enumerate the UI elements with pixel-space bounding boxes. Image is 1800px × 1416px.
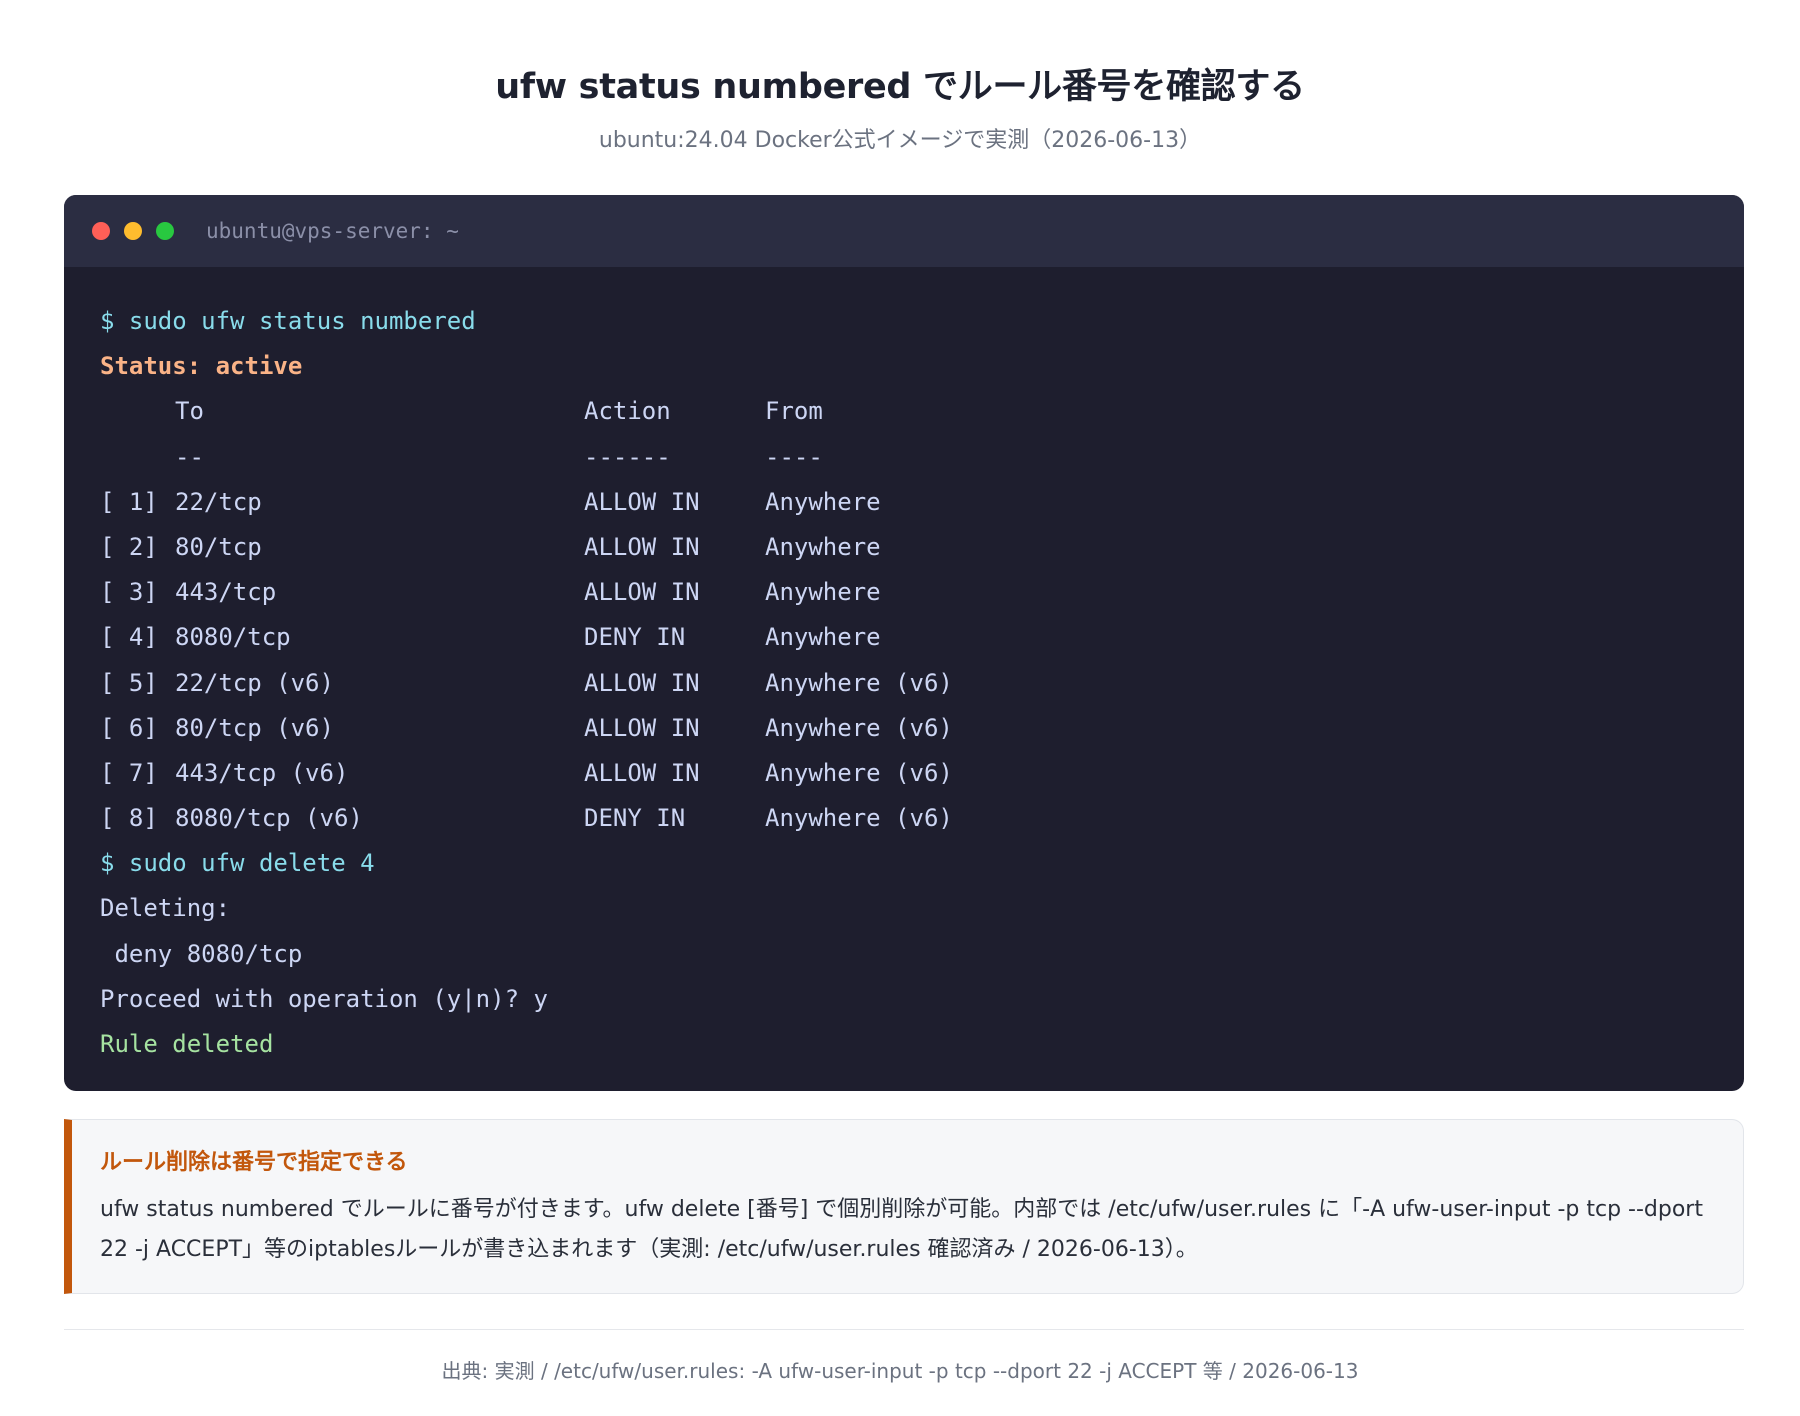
terminal-output[interactable]: $ sudo ufw status numbered Status: activ…	[64, 267, 1744, 1067]
rule-to: 8080/tcp	[175, 623, 291, 652]
rule-action: DENY IN	[584, 804, 686, 833]
rule-action: ALLOW IN	[584, 668, 700, 697]
rule-from: Anywhere	[765, 623, 881, 652]
deleting-line: Deleting:	[100, 894, 231, 923]
rule-number: [ 8]	[100, 804, 158, 833]
terminal-titlebar: ubuntu@vps-server: ~	[64, 195, 1744, 267]
rule-number: [ 3]	[100, 578, 158, 607]
rule-number: [ 5]	[100, 668, 158, 697]
rule-row: [ 3] 443/tcp ALLOW IN Anywhere	[100, 570, 1744, 615]
column-header-row: To Action From	[100, 389, 1744, 434]
command-line: $ sudo ufw delete 4	[100, 849, 375, 878]
status-line: Status: active	[100, 352, 303, 381]
terminal-window: ubuntu@vps-server: ~ $ sudo ufw status n…	[64, 195, 1744, 1091]
result-line: Rule deleted	[100, 1030, 274, 1058]
rule-from: Anywhere (v6)	[765, 758, 953, 787]
rule-number: [ 6]	[100, 713, 158, 742]
rule-to: 22/tcp (v6)	[175, 668, 334, 697]
rule-action: ALLOW IN	[584, 532, 700, 561]
rule-to: 443/tcp	[175, 578, 277, 607]
rule-to: 80/tcp	[175, 532, 262, 561]
rule-action: ALLOW IN	[584, 713, 700, 742]
rule-action: DENY IN	[584, 623, 686, 652]
rule-from: Anywhere	[765, 578, 881, 607]
column-underline-to: --	[175, 442, 204, 471]
rule-from: Anywhere (v6)	[765, 713, 953, 742]
rule-number: [ 1]	[100, 487, 158, 516]
rule-to: 22/tcp	[175, 487, 262, 516]
rule-row: [ 4] 8080/tcp DENY IN Anywhere	[100, 615, 1744, 660]
rule-to: 443/tcp (v6)	[175, 758, 349, 787]
rule-action: ALLOW IN	[584, 578, 700, 607]
rule-row: [ 6] 80/tcp (v6) ALLOW IN Anywhere (v6)	[100, 706, 1744, 751]
column-header-to: To	[175, 397, 204, 426]
rule-from: Anywhere	[765, 532, 881, 561]
page-title: ufw status numbered でルール番号を確認する	[495, 67, 1305, 107]
close-window-button[interactable]	[92, 222, 110, 240]
column-underline-from: ----	[765, 442, 823, 471]
rule-number: [ 4]	[100, 623, 158, 652]
rule-row: [ 8] 8080/tcp (v6) DENY IN Anywhere (v6)	[100, 796, 1744, 841]
footer-divider	[64, 1329, 1744, 1330]
rule-from: Anywhere	[765, 487, 881, 516]
rule-to: 8080/tcp (v6)	[175, 804, 363, 833]
proceed-prompt-line: Proceed with operation (y|n)? y	[100, 984, 548, 1013]
command-line: $ sudo ufw status numbered	[100, 307, 476, 335]
page-subtitle: ubuntu:24.04 Docker公式イメージで実測（2026-06-13）	[598, 128, 1202, 153]
rule-number: [ 2]	[100, 532, 158, 561]
rule-row: [ 7] 443/tcp (v6) ALLOW IN Anywhere (v6)	[100, 751, 1744, 796]
info-callout: ルール削除は番号で指定できる ufw status numbered でルールに…	[64, 1119, 1744, 1294]
column-underline-action: ------	[584, 442, 671, 471]
rule-row: [ 5] 22/tcp (v6) ALLOW IN Anywhere (v6)	[100, 661, 1744, 706]
rule-action: ALLOW IN	[584, 758, 700, 787]
rule-number: [ 7]	[100, 758, 158, 787]
column-underline-row: -- ------ ----	[100, 435, 1744, 480]
terminal-title: ubuntu@vps-server: ~	[206, 219, 459, 243]
minimize-window-button[interactable]	[124, 222, 142, 240]
deleted-rule-line: deny 8080/tcp	[100, 939, 303, 968]
source-footer: 出典: 実測 / /etc/ufw/user.rules: -A ufw-use…	[441, 1359, 1359, 1383]
callout-body: ufw status numbered でルールに番号が付きます。ufw del…	[100, 1197, 1703, 1262]
rule-row: [ 1] 22/tcp ALLOW IN Anywhere	[100, 480, 1744, 525]
column-header-action: Action	[584, 397, 671, 426]
column-header-from: From	[765, 397, 823, 426]
rule-action: ALLOW IN	[584, 487, 700, 516]
callout-title: ルール削除は番号で指定できる	[100, 1150, 408, 1175]
maximize-window-button[interactable]	[156, 222, 174, 240]
rule-from: Anywhere (v6)	[765, 668, 953, 697]
rule-to: 80/tcp (v6)	[175, 713, 334, 742]
rule-row: [ 2] 80/tcp ALLOW IN Anywhere	[100, 525, 1744, 570]
rule-from: Anywhere (v6)	[765, 804, 953, 833]
